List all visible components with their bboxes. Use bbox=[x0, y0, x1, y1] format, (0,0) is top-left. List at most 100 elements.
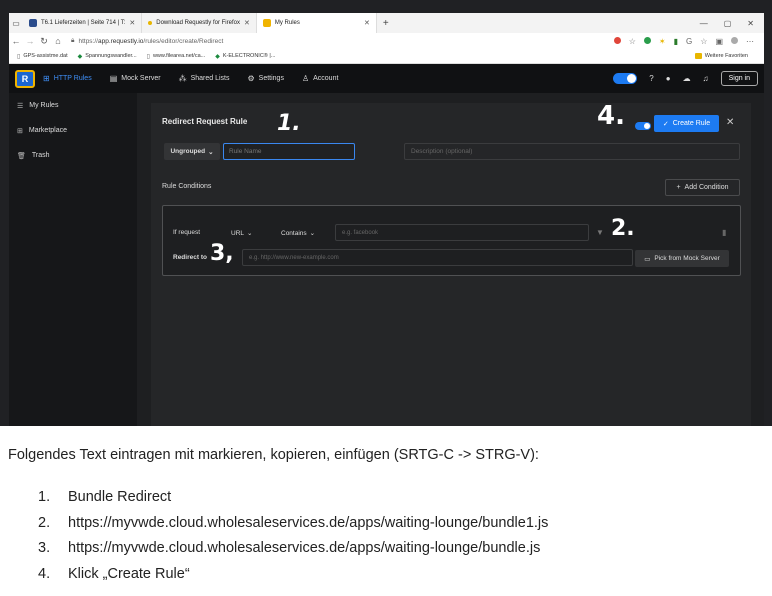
bookmark[interactable]: ▯ GPS-assistme.dat bbox=[17, 53, 68, 60]
plus-icon: + bbox=[676, 184, 681, 191]
extension-icon[interactable]: G bbox=[686, 37, 692, 46]
extension-icon[interactable]: ▮ bbox=[674, 37, 678, 46]
rule-conditions-label: Rule Conditions bbox=[162, 183, 212, 190]
folder-icon: ▭ bbox=[644, 255, 651, 263]
folder-icon bbox=[694, 53, 702, 59]
group-select[interactable]: Ungrouped ⌄ bbox=[164, 143, 220, 160]
add-condition-button[interactable]: + Add Condition bbox=[665, 179, 740, 196]
field-select-value: URL bbox=[231, 229, 245, 237]
list-item: 1. Bundle Redirect bbox=[38, 489, 548, 515]
operator-select-value: Contains bbox=[281, 229, 307, 237]
bookmark[interactable]: ◆ Spannungswandler... bbox=[78, 53, 137, 60]
favorites-icon[interactable]: ☆ bbox=[700, 37, 707, 46]
new-tab-icon[interactable]: + bbox=[377, 18, 395, 29]
browser-tab-3[interactable]: My Rules ✕ bbox=[256, 13, 377, 33]
annotation-1: 1. bbox=[277, 111, 301, 136]
store-icon: ⊞ bbox=[17, 127, 23, 135]
browser-tab-1[interactable]: T6.1 Lieferzeiten | Seite 714 | T: ✕ bbox=[23, 13, 143, 33]
close-editor-icon[interactable]: ✕ bbox=[726, 117, 734, 128]
nav-account[interactable]: ♙ Account bbox=[302, 74, 338, 83]
screenshot: ▭ T6.1 Lieferzeiten | Seite 714 | T: ✕ D… bbox=[0, 0, 772, 426]
browser-nav-bar: ← → ↻ ⌂ 🔒︎ https://app.requestly.io/rule… bbox=[9, 33, 764, 49]
pick-mock-label: Pick from Mock Server bbox=[654, 255, 720, 262]
favorite-star-icon[interactable]: ☆ bbox=[629, 37, 636, 46]
pick-from-mock-server-button[interactable]: ▭ Pick from Mock Server bbox=[635, 250, 729, 267]
sign-in-button[interactable]: Sign in bbox=[720, 71, 758, 86]
nav-label: Mock Server bbox=[121, 75, 161, 82]
close-window-icon[interactable]: ✕ bbox=[747, 19, 754, 28]
nav-mock-server[interactable]: ▤ Mock Server bbox=[110, 74, 161, 83]
extension-icon[interactable] bbox=[613, 36, 621, 44]
tab-actions-icon[interactable]: ▭ bbox=[9, 16, 23, 30]
filter-icon[interactable]: ▼ bbox=[596, 228, 604, 237]
maximize-icon[interactable]: ▢ bbox=[724, 19, 732, 28]
github-icon[interactable]: ● bbox=[666, 74, 671, 83]
collections-icon[interactable]: ▣ bbox=[715, 37, 723, 46]
redirect-url-input[interactable]: e.g. http://www.new-example.com bbox=[242, 249, 633, 266]
delete-condition-icon[interactable]: ▮ bbox=[722, 228, 726, 237]
sidebar-label: Marketplace bbox=[28, 127, 68, 134]
help-icon[interactable]: ? bbox=[649, 74, 653, 83]
nav-shared-lists[interactable]: ⁂ Shared Lists bbox=[179, 74, 230, 83]
sidebar-item-trash[interactable]: 🗑︎ Trash bbox=[9, 143, 137, 168]
sidebar-item-marketplace[interactable]: ⊞ Marketplace bbox=[9, 118, 137, 143]
more-icon[interactable]: ⋯ bbox=[746, 37, 754, 46]
reload-icon[interactable]: ↻ bbox=[37, 36, 51, 47]
window-controls: — ▢ ✕ bbox=[700, 19, 764, 28]
list-item: 3. https://myvwde.cloud.wholesaleservices… bbox=[38, 540, 548, 566]
annotation-2: 2. bbox=[611, 216, 635, 241]
tag-icon: ◆ bbox=[215, 53, 220, 60]
grid-icon: ⊞ bbox=[43, 74, 50, 83]
list-item: 2. https://myvwde.cloud.wholesaleservices… bbox=[38, 515, 548, 541]
group-select-value: Ungrouped bbox=[170, 148, 206, 155]
trash-icon: 🗑︎ bbox=[17, 152, 26, 160]
match-value-input[interactable]: e.g. facebook bbox=[335, 224, 589, 241]
close-tab-icon[interactable]: ✕ bbox=[129, 19, 135, 27]
rule-status-toggle[interactable] bbox=[635, 122, 651, 130]
nav-label: Shared Lists bbox=[190, 75, 230, 82]
forward-icon[interactable]: → bbox=[23, 36, 37, 46]
nav-http-rules[interactable]: ⊞ HTTP Rules bbox=[43, 74, 92, 83]
bookmark[interactable]: ◆ K-ELECTRONIC® |... bbox=[215, 53, 275, 60]
requestly-logo[interactable]: R bbox=[15, 69, 35, 88]
header-actions: ? ● ☁ ♫ Sign in bbox=[613, 71, 764, 86]
chevron-down-icon: ⌄ bbox=[247, 230, 253, 237]
app-header: R ⊞ HTTP Rules ▤ Mock Server ⁂ Shared Lists… bbox=[9, 64, 764, 93]
back-icon[interactable]: ← bbox=[9, 36, 23, 46]
tab-favicon bbox=[262, 19, 271, 27]
bookmark-label: GPS-assistme.dat bbox=[23, 53, 68, 59]
rule-name-input[interactable]: Rule Name bbox=[223, 143, 355, 160]
tab-favicon bbox=[148, 21, 153, 25]
profile-icon[interactable] bbox=[731, 36, 738, 44]
nav-settings[interactable]: ⚙ Settings bbox=[247, 74, 283, 83]
sidebar-label: Trash bbox=[31, 152, 50, 159]
extension-icon[interactable]: ✶ bbox=[659, 37, 666, 46]
operator-select[interactable]: Contains ⌄ bbox=[281, 229, 315, 238]
step-list: 1. Bundle Redirect 2. https://myvwde.cloud… bbox=[38, 489, 548, 591]
other-favorites[interactable]: Weitere Favoriten bbox=[694, 53, 764, 59]
annotation-3: 3, bbox=[210, 241, 234, 266]
close-tab-icon[interactable]: ✕ bbox=[364, 19, 370, 27]
bookmarks-bar: ▯ GPS-assistme.dat ◆ Spannungswandler... ▯… bbox=[9, 49, 764, 64]
sidebar-item-my-rules[interactable]: ☰ My Rules bbox=[9, 93, 137, 118]
annotation-4: 4. bbox=[597, 101, 625, 131]
bookmark[interactable]: ▯ www.filearea.net/ca... bbox=[147, 53, 206, 60]
tab-title: T6.1 Lieferzeiten | Seite 714 | T: bbox=[41, 20, 126, 26]
nav-label: HTTP Rules bbox=[53, 75, 92, 82]
field-select[interactable]: URL ⌄ bbox=[231, 229, 253, 238]
theme-toggle[interactable] bbox=[613, 73, 638, 84]
redirect-to-label: Redirect to bbox=[173, 254, 207, 261]
minimize-icon[interactable]: — bbox=[700, 19, 708, 28]
tab-title: Download Requestly for Firefox bbox=[156, 20, 240, 26]
close-tab-icon[interactable]: ✕ bbox=[244, 19, 250, 27]
create-rule-button[interactable]: ✓ Create Rule bbox=[654, 115, 719, 132]
chevron-down-icon: ⌄ bbox=[208, 148, 214, 156]
bell-icon[interactable]: ♫ bbox=[703, 74, 709, 83]
cloud-icon[interactable]: ☁ bbox=[683, 74, 691, 83]
home-icon[interactable]: ⌂ bbox=[51, 36, 65, 46]
address-bar[interactable]: 🔒︎ https://app.requestly.io/rules/editor… bbox=[71, 37, 223, 45]
description-input[interactable]: Description (optional) bbox=[404, 143, 740, 160]
extension-icon[interactable] bbox=[643, 36, 651, 44]
browser-tab-2[interactable]: Download Requestly for Firefox ✕ bbox=[142, 13, 257, 33]
other-favorites-label: Weitere Favoriten bbox=[704, 53, 748, 59]
